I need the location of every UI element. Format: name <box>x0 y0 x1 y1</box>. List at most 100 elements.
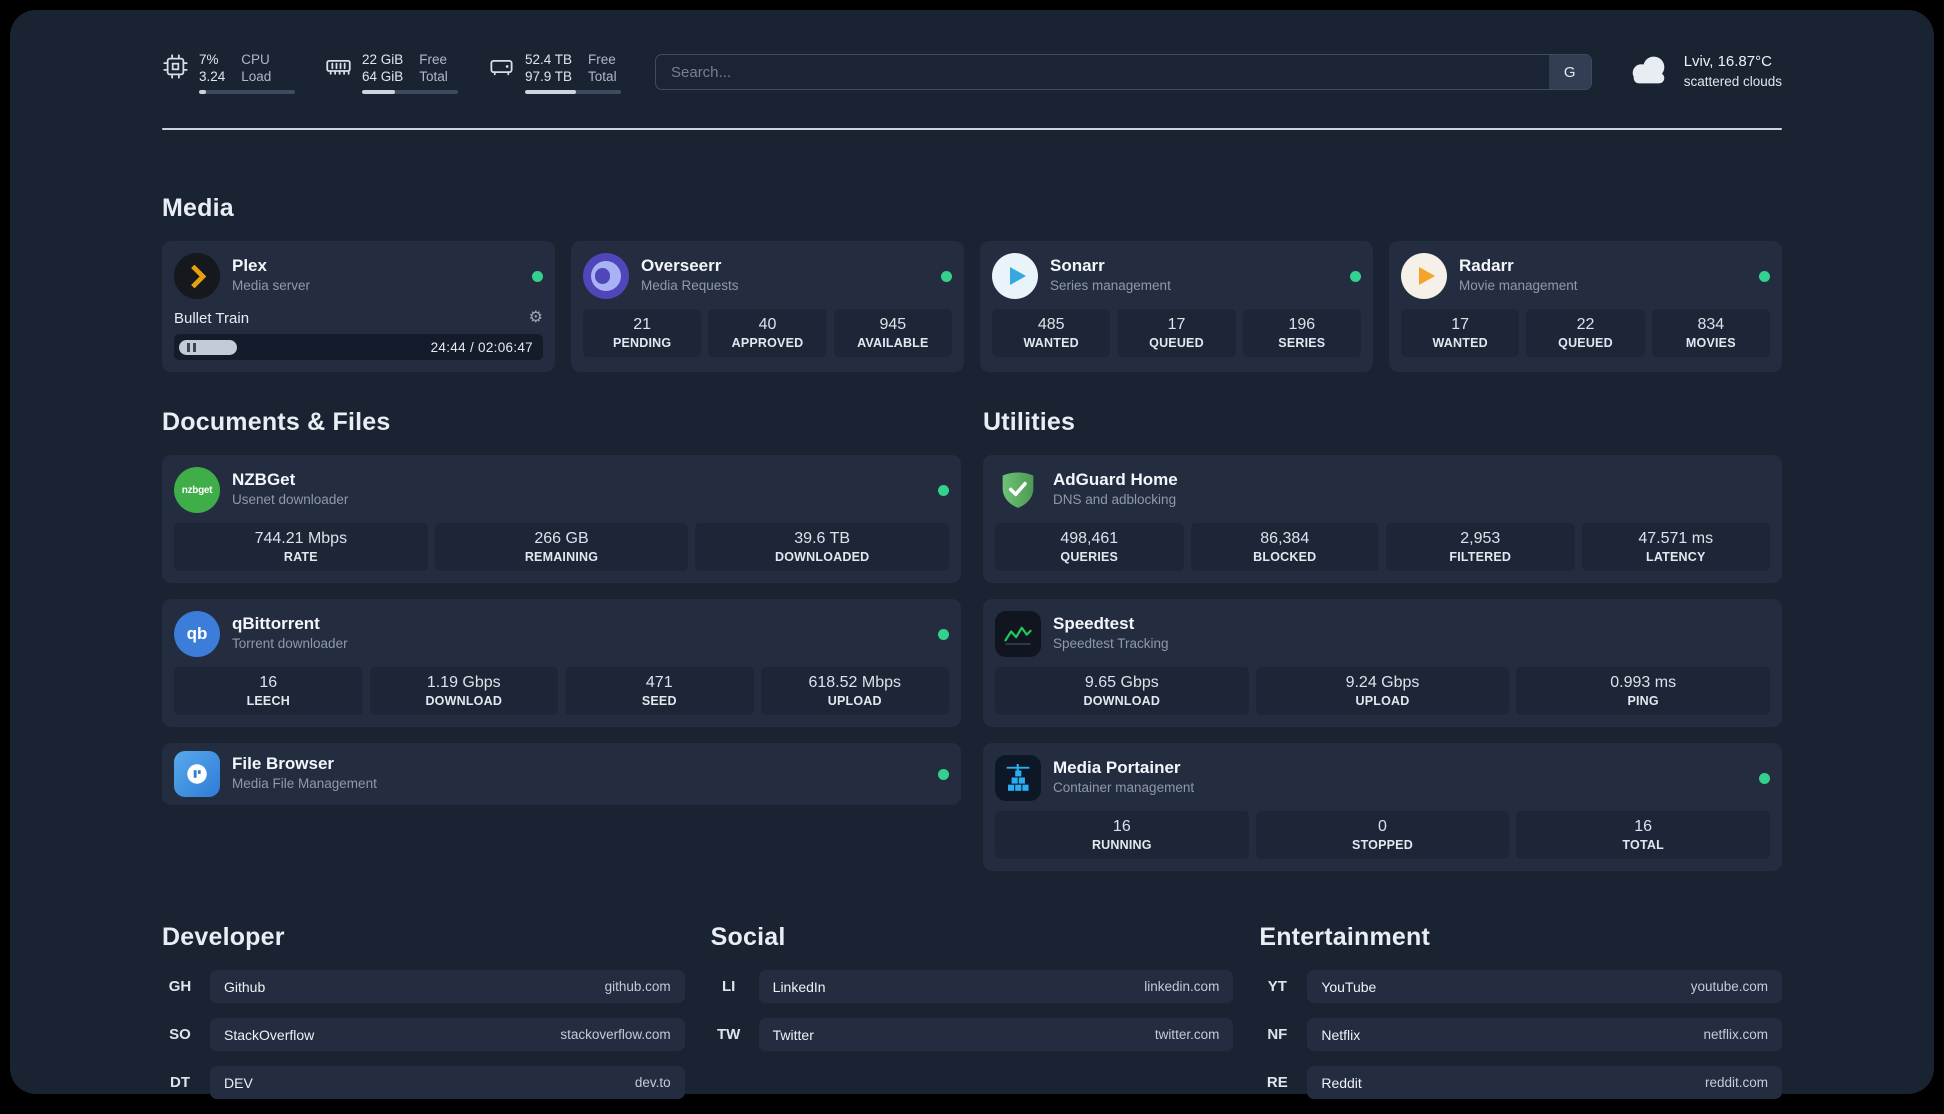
bookmark-abbr: NF <box>1267 1026 1288 1043</box>
top-bar: 7% 3.24 CPU Load 22 GiB 64 GiB Free Tota… <box>162 46 1782 98</box>
ram-free: 22 GiB <box>362 51 404 67</box>
stat-rate: 744.21 Mbps RATE <box>174 523 428 571</box>
status-dot <box>1759 270 1770 282</box>
stat-stopped: 0 STOPPED <box>1255 811 1510 859</box>
section-media: Media Plex Media server Bullet Train ⚙ 2… <box>162 194 1782 372</box>
service-card-nzbget[interactable]: nzbget NZBGet Usenet downloader 744.21 M… <box>162 455 961 583</box>
stat-total: 16 TOTAL <box>1516 811 1770 859</box>
system-metrics: 7% 3.24 CPU Load 22 GiB 64 GiB Free Tota… <box>162 51 621 94</box>
utilities-section-title: Utilities <box>983 408 1076 436</box>
bookmark-stackoverflow[interactable]: SO StackOverflow stackoverflow.com <box>162 1018 685 1051</box>
stat-upload: 618.52 Mbps UPLOAD <box>760 667 949 715</box>
status-dot <box>938 628 949 640</box>
nzbget-icon: nzbget <box>174 467 220 513</box>
stat-seed: 471 SEED <box>565 667 754 715</box>
sonarr-icon <box>992 253 1038 299</box>
service-card-sonarr[interactable]: Sonarr Series management 485 WANTED 17 QUE… <box>980 241 1373 372</box>
bookmark-name: StackOverflow <box>224 1026 315 1043</box>
plex-now-playing-widget: Bullet Train ⚙ 24:44 / 02:06:47 <box>174 307 543 360</box>
bookmark-abbr: RE <box>1266 1074 1288 1091</box>
service-subtitle: Media server <box>232 278 311 293</box>
stat-download: 9.65 Gbps DOWNLOAD <box>995 667 1249 715</box>
pause-icon[interactable] <box>179 339 237 355</box>
service-card-plex[interactable]: Plex Media server Bullet Train ⚙ 24:44 /… <box>162 241 555 372</box>
developer-section-title: Developer <box>162 923 285 951</box>
header-divider <box>162 128 1782 130</box>
now-playing-title: Bullet Train <box>174 309 250 327</box>
stat-available: 945 AVAILABLE <box>833 309 952 357</box>
stat-latency: 47.571 ms LATENCY <box>1581 523 1770 571</box>
service-name: Media Portainer <box>1053 758 1181 777</box>
service-card-filebrowser[interactable]: File Browser Media File Management <box>162 743 961 805</box>
speedtest-chart-icon <box>995 611 1041 657</box>
stat-ping: 0.993 ms PING <box>1516 667 1770 715</box>
bookmark-youtube[interactable]: YT YouTube youtube.com <box>1259 970 1782 1003</box>
media-section-title: Media <box>162 194 234 222</box>
service-subtitle: Movie management <box>1459 278 1578 293</box>
stat-upload: 9.24 Gbps UPLOAD <box>1255 667 1510 715</box>
service-card-speedtest[interactable]: Speedtest Speedtest Tracking 9.65 Gbps DO… <box>983 599 1782 727</box>
stat-pending: 21 PENDING <box>583 309 702 357</box>
bookmark-url: linkedin.com <box>1144 979 1220 994</box>
bookmark-reddit[interactable]: RE Reddit reddit.com <box>1259 1066 1782 1099</box>
disk-total: 97.9 TB <box>525 68 573 84</box>
bookmark-name: Netflix <box>1321 1026 1361 1043</box>
status-dot <box>532 270 543 282</box>
settings-gear-icon[interactable]: ⚙ <box>529 310 543 326</box>
service-subtitle: DNS and adblocking <box>1053 492 1177 507</box>
dashboard-panel: 7% 3.24 CPU Load 22 GiB 64 GiB Free Tota… <box>10 10 1934 1099</box>
section-utilities: Utilities AdGuard Home DNS and adblockin… <box>983 408 1782 871</box>
cpu-label-top: CPU <box>241 51 270 67</box>
playback-time: 24:44 / 02:06:47 <box>430 339 533 355</box>
section-documents-files: Documents & Files nzbget NZBGet Usenet d… <box>162 408 961 805</box>
adguard-shield-icon <box>995 467 1041 513</box>
bookmark-name: DEV <box>224 1074 253 1091</box>
stat-download: 1.19 Gbps DOWNLOAD <box>369 667 558 715</box>
ram-label-bottom: Total <box>419 68 448 84</box>
service-card-qbittorrent[interactable]: qb qBittorrent Torrent downloader 16 LEEC… <box>162 599 961 727</box>
playback-progressbar[interactable]: 24:44 / 02:06:47 <box>174 334 543 360</box>
search-bar: G <box>655 54 1592 90</box>
weather-widget[interactable]: Lviv, 16.87°C scattered clouds <box>1626 52 1782 92</box>
bookmarks-social: Social LI LinkedIn linkedin.com TW Twitt… <box>711 923 1234 1066</box>
service-subtitle: Media Requests <box>641 278 739 293</box>
service-card-adguard[interactable]: AdGuard Home DNS and adblocking 498,461 Q… <box>983 455 1782 583</box>
bookmark-github[interactable]: GH Github github.com <box>162 970 685 1003</box>
stat-series: 196 SERIES <box>1242 309 1361 357</box>
bookmark-name: Github <box>224 978 266 995</box>
service-card-overseerr[interactable]: Overseerr Media Requests 21 PENDING 40 APP… <box>571 241 964 372</box>
stat-queued: 17 QUEUED <box>1117 309 1236 357</box>
radarr-icon <box>1401 253 1447 299</box>
service-name: Radarr <box>1459 256 1514 275</box>
bookmarks-developer: Developer GH Github github.com SO StackO… <box>162 923 685 1114</box>
bookmark-linkedin[interactable]: LI LinkedIn linkedin.com <box>711 970 1234 1003</box>
ram-icon <box>325 53 352 85</box>
bookmarks-entertainment: Entertainment YT YouTube youtube.com NF … <box>1259 923 1782 1114</box>
bookmark-abbr: SO <box>169 1026 191 1043</box>
stat-queued: 22 QUEUED <box>1526 309 1645 357</box>
cpu-label-bottom: Load <box>241 68 272 84</box>
service-name: File Browser <box>232 754 335 773</box>
stat-blocked: 86,384 BLOCKED <box>1190 523 1379 571</box>
service-subtitle: Torrent downloader <box>232 636 348 651</box>
bookmark-twitter[interactable]: TW Twitter twitter.com <box>711 1018 1234 1051</box>
bookmark-name: LinkedIn <box>772 978 826 995</box>
service-card-portainer[interactable]: Media Portainer Container management 16 R… <box>983 743 1782 871</box>
weather-location: Lviv, 16.87°C <box>1683 53 1772 70</box>
bookmark-url: github.com <box>604 979 671 994</box>
service-card-radarr[interactable]: Radarr Movie management 17 WANTED 22 QUEUE… <box>1389 241 1782 372</box>
search-engine-button[interactable]: G <box>1548 55 1591 89</box>
stat-downloaded: 39.6 TB DOWNLOADED <box>695 523 949 571</box>
qbittorrent-icon: qb <box>174 611 220 657</box>
ram-progressbar <box>362 89 458 94</box>
cloud-icon <box>1626 54 1672 90</box>
status-dot <box>938 484 949 496</box>
disk-icon <box>488 53 515 85</box>
search-input[interactable] <box>656 55 1549 89</box>
service-subtitle: Series management <box>1050 278 1171 293</box>
service-name: Overseerr <box>641 256 722 275</box>
bookmark-dev[interactable]: DT DEV dev.to <box>162 1066 685 1099</box>
bookmark-netflix[interactable]: NF Netflix netflix.com <box>1259 1018 1782 1051</box>
ram-total: 64 GiB <box>362 68 404 84</box>
bookmark-abbr: DT <box>170 1074 190 1091</box>
